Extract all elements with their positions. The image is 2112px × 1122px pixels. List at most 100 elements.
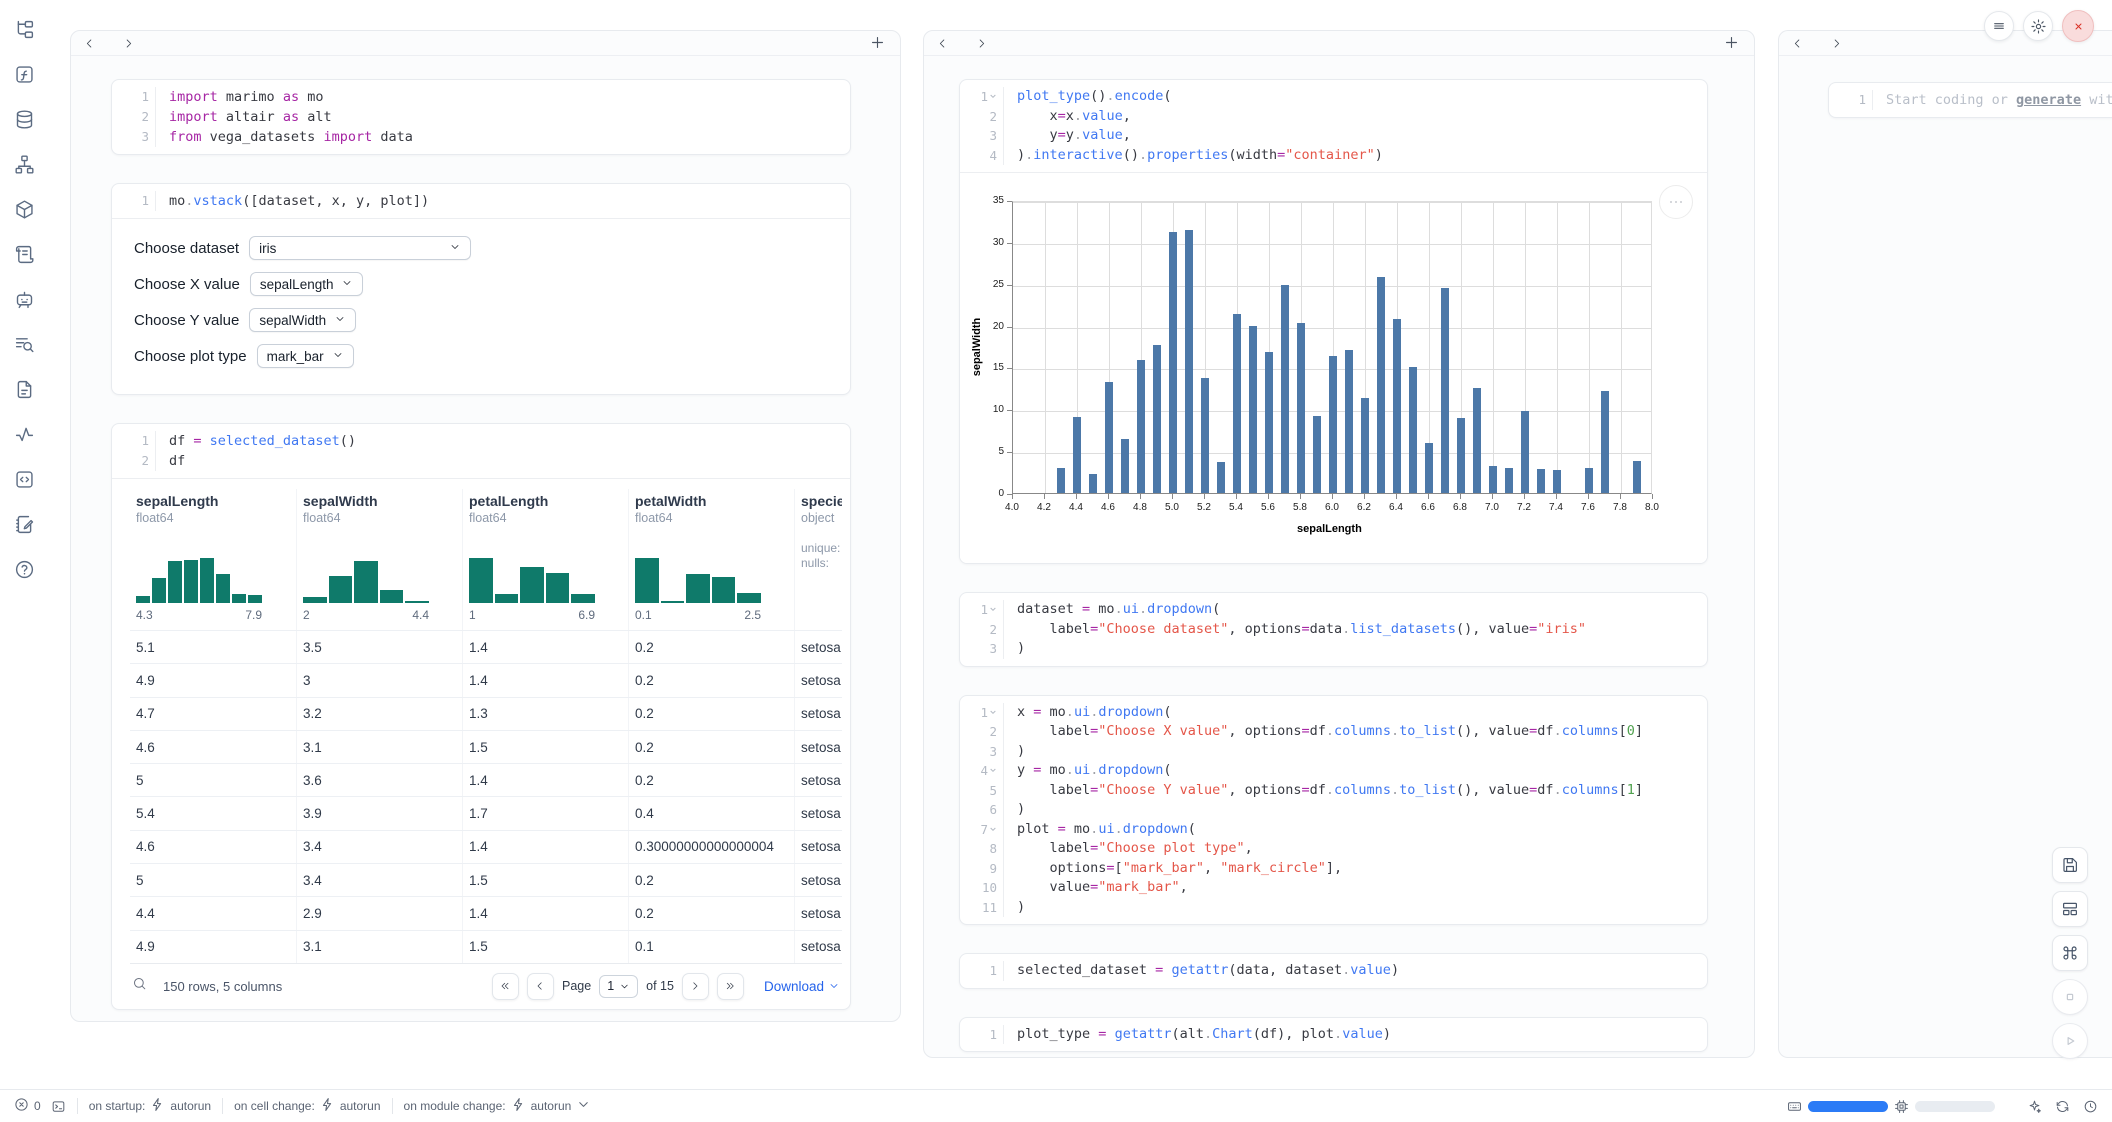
chart-plot-area[interactable] xyxy=(1012,201,1652,494)
sidebar-sitemap-button[interactable] xyxy=(7,149,41,179)
fold-chevron-icon[interactable] xyxy=(989,92,997,100)
layout-button[interactable] xyxy=(2052,891,2088,927)
add-cell-button[interactable] xyxy=(869,34,886,56)
sidebar-activity-button[interactable] xyxy=(7,419,41,449)
table-row[interactable]: 5.13.51.40.2setosa xyxy=(130,630,842,663)
code-text[interactable]: x=x.value, xyxy=(1004,107,1131,127)
plot-type-cell[interactable]: 1plot_type = getattr(alt.Chart(df), plot… xyxy=(959,1017,1708,1053)
prev-page-button[interactable] xyxy=(527,973,554,1000)
sidebar-package-button[interactable] xyxy=(7,194,41,224)
sidebar-help-circle-button[interactable] xyxy=(7,554,41,584)
table-row[interactable]: 5.43.91.70.4setosa xyxy=(130,796,842,829)
table-row[interactable]: 4.73.21.30.2setosa xyxy=(130,697,842,730)
column-prev-button[interactable] xyxy=(936,37,949,50)
table-row[interactable]: 53.41.50.2setosa xyxy=(130,863,842,896)
code-text[interactable]: Start coding or generate with xyxy=(1873,90,2112,110)
dropdown-select[interactable]: iris xyxy=(249,236,471,260)
first-page-button[interactable] xyxy=(492,973,519,1000)
table-column-header[interactable]: sepalLengthfloat644.37.9 xyxy=(130,489,296,630)
table-row[interactable]: 4.63.11.50.2setosa xyxy=(130,730,842,763)
code-text[interactable]: ) xyxy=(1004,742,1025,762)
code-text[interactable]: ).interactive().properties(width="contai… xyxy=(1004,146,1383,166)
code-text[interactable]: selected_dataset = getattr(data, dataset… xyxy=(1004,961,1399,981)
code-text[interactable]: label="Choose plot type", xyxy=(1004,839,1253,859)
dataset-dropdown-cell[interactable]: 1dataset = mo.ui.dropdown(2 label="Choos… xyxy=(959,592,1708,667)
column-prev-button[interactable] xyxy=(83,37,96,50)
code-text[interactable]: ) xyxy=(1004,800,1025,820)
code-editor[interactable]: 1import marimo as mo2import altair as al… xyxy=(112,80,850,154)
ai-sparkles-button[interactable] xyxy=(2027,1099,2042,1114)
close-button[interactable] xyxy=(2062,10,2094,42)
command-palette-button[interactable] xyxy=(2052,935,2088,971)
table-row[interactable]: 4.63.41.40.30000000000000004setosa xyxy=(130,830,842,863)
code-text[interactable]: x = mo.ui.dropdown( xyxy=(1004,703,1172,723)
dataframe-cell[interactable]: 1df = selected_dataset()2df sepalLengthfl… xyxy=(111,423,851,1010)
code-text[interactable]: y = mo.ui.dropdown( xyxy=(1004,761,1172,781)
code-text[interactable]: df = selected_dataset() xyxy=(156,431,356,451)
code-text[interactable]: label="Choose dataset", options=data.lis… xyxy=(1004,620,1586,640)
save-button[interactable] xyxy=(2052,847,2088,883)
download-button[interactable]: Download xyxy=(764,979,840,994)
refresh-button[interactable] xyxy=(2055,1099,2070,1114)
code-text[interactable]: plot_type = getattr(alt.Chart(df), plot.… xyxy=(1004,1025,1391,1045)
error-indicator[interactable]: 0 xyxy=(14,1097,41,1115)
dropdown-select[interactable]: sepalWidth xyxy=(249,308,356,332)
sidebar-database-button[interactable] xyxy=(7,104,41,134)
code-text[interactable]: mo.vstack([dataset, x, y, plot]) xyxy=(156,191,429,211)
code-editor[interactable]: 1Start coding or generate with xyxy=(1829,83,2112,117)
fold-chevron-icon[interactable] xyxy=(989,825,997,833)
last-page-button[interactable] xyxy=(717,973,744,1000)
menu-button[interactable] xyxy=(1984,11,2014,41)
next-page-button[interactable] xyxy=(682,973,709,1000)
code-editor[interactable]: 1x = mo.ui.dropdown(2 label="Choose X va… xyxy=(960,696,1707,925)
selected-dataset-cell[interactable]: 1selected_dataset = getattr(data, datase… xyxy=(959,953,1708,989)
code-text[interactable]: plot_type().encode( xyxy=(1004,87,1171,107)
column-next-button[interactable] xyxy=(122,37,135,50)
add-cell-button[interactable] xyxy=(1723,34,1740,56)
xy-plot-dropdowns-cell[interactable]: 1x = mo.ui.dropdown(2 label="Choose X va… xyxy=(959,695,1708,926)
stop-button[interactable] xyxy=(2052,979,2088,1015)
code-text[interactable]: label="Choose X value", options=df.colum… xyxy=(1004,722,1643,742)
imports-cell[interactable]: 1import marimo as mo2import altair as al… xyxy=(111,79,851,155)
sidebar-file-tree-button[interactable] xyxy=(7,14,41,44)
fold-chevron-icon[interactable] xyxy=(989,708,997,716)
code-editor[interactable]: 1mo.vstack([dataset, x, y, plot]) xyxy=(112,184,850,218)
chart-actions-button[interactable] xyxy=(1659,185,1693,219)
run-button[interactable] xyxy=(2052,1023,2088,1059)
terminal-button[interactable] xyxy=(51,1099,66,1114)
table-row[interactable]: 4.931.40.2setosa xyxy=(130,663,842,696)
empty-scratch-cell[interactable]: 1Start coding or generate with xyxy=(1828,82,2112,118)
code-text[interactable]: dataset = mo.ui.dropdown( xyxy=(1004,600,1220,620)
code-text[interactable]: import marimo as mo xyxy=(156,87,323,107)
table-row[interactable]: 53.61.40.2setosa xyxy=(130,763,842,796)
sidebar-scroll-text-button[interactable] xyxy=(7,239,41,269)
code-text[interactable]: options=["mark_bar", "mark_circle"], xyxy=(1004,859,1342,879)
fold-chevron-icon[interactable] xyxy=(989,766,997,774)
code-editor[interactable]: 1df = selected_dataset()2df xyxy=(112,424,850,478)
code-text[interactable]: df xyxy=(156,451,185,471)
fold-chevron-icon[interactable] xyxy=(989,605,997,613)
sidebar-notebook-pen-button[interactable] xyxy=(7,509,41,539)
dropdown-select[interactable]: mark_bar xyxy=(257,344,354,368)
sidebar-code-square-button[interactable] xyxy=(7,464,41,494)
sidebar-file-text-button[interactable] xyxy=(7,374,41,404)
page-select[interactable]: 1 xyxy=(599,975,638,998)
column-prev-button[interactable] xyxy=(1791,37,1804,50)
table-row[interactable]: 4.93.11.50.1setosa xyxy=(130,930,842,963)
code-editor[interactable]: 1plot_type().encode(2 x=x.value,3 y=y.va… xyxy=(960,80,1707,172)
code-text[interactable]: from vega_datasets import data xyxy=(156,127,413,147)
autorun-on-module-change[interactable]: on module change: autorun xyxy=(404,1097,592,1115)
code-editor[interactable]: 1plot_type = getattr(alt.Chart(df), plot… xyxy=(960,1018,1707,1052)
code-text[interactable]: label="Choose Y value", options=df.colum… xyxy=(1004,781,1643,801)
table-column-header[interactable]: petalLengthfloat6416.9 xyxy=(462,489,628,630)
settings-button[interactable] xyxy=(2023,11,2053,41)
code-text[interactable]: plot = mo.ui.dropdown( xyxy=(1004,820,1196,840)
history-clock-button[interactable] xyxy=(2083,1099,2098,1114)
column-next-button[interactable] xyxy=(1830,37,1843,50)
code-text[interactable]: import altair as alt xyxy=(156,107,332,127)
table-column-header[interactable]: sepalWidthfloat6424.4 xyxy=(296,489,462,630)
plot-cell[interactable]: 1plot_type().encode(2 x=x.value,3 y=y.va… xyxy=(959,79,1708,564)
code-text[interactable]: ) xyxy=(1004,639,1025,659)
table-column-header[interactable]: petalWidthfloat640.12.5 xyxy=(628,489,794,630)
code-text[interactable]: ) xyxy=(1004,898,1025,918)
